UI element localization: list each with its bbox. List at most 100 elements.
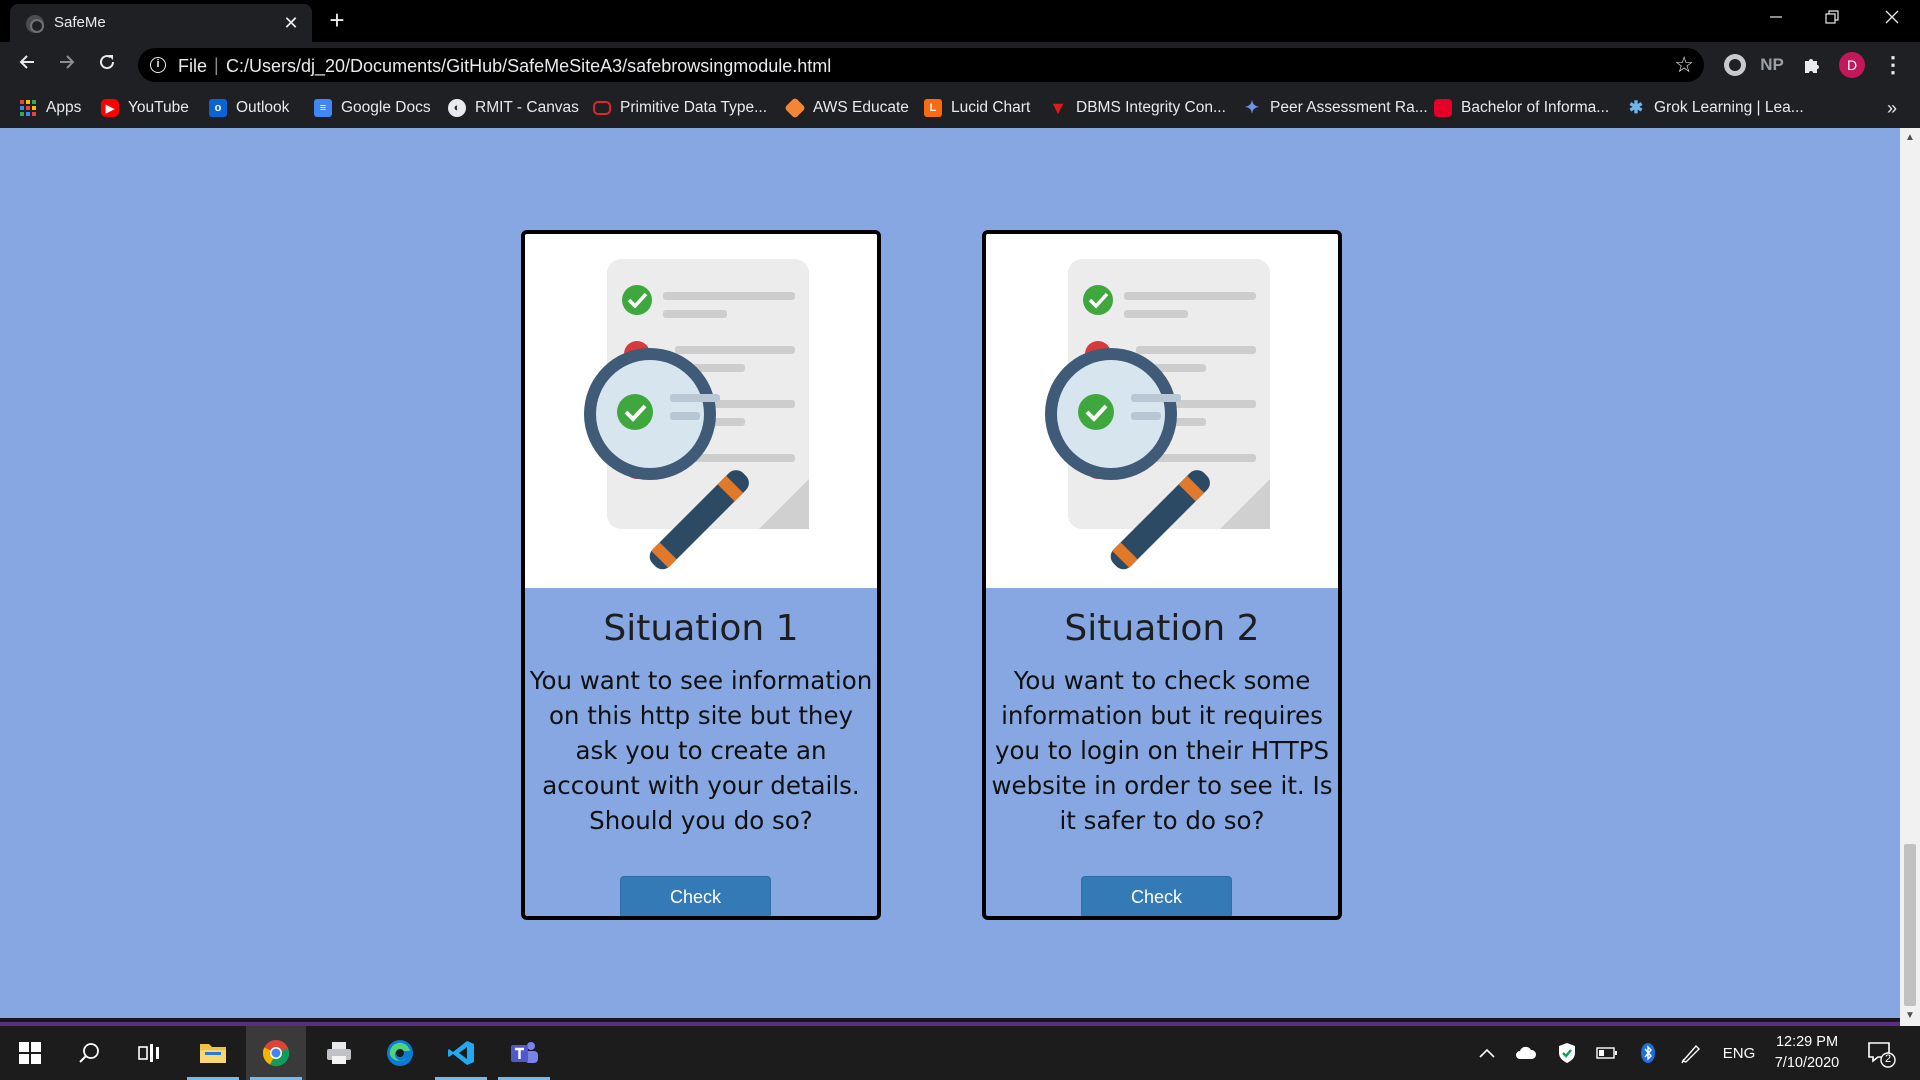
teams-button[interactable]	[494, 1026, 554, 1080]
bookmark-label: Primitive Data Type...	[620, 99, 768, 116]
bookmark-youtube[interactable]: ▶ YouTube	[101, 96, 189, 120]
url-text[interactable]: C:/Users/dj_20/Documents/GitHub/SafeMeSi…	[226, 56, 831, 77]
shield-icon	[1559, 1043, 1575, 1063]
show-hidden-icons-button[interactable]	[1475, 1026, 1499, 1080]
vertical-scrollbar[interactable]: ▲ ▼	[1900, 128, 1920, 1026]
edge-button[interactable]	[370, 1026, 430, 1080]
bookmark-label: Lucid Chart	[951, 99, 1031, 116]
url-scheme-label: File	[178, 56, 208, 76]
vscode-button[interactable]	[431, 1026, 491, 1080]
forward-button[interactable]	[52, 50, 82, 80]
globe-icon	[26, 15, 44, 33]
pen-icon	[1681, 1044, 1700, 1064]
document-magnifier-icon	[1045, 259, 1270, 570]
bookmarks-bar: Apps ▶ YouTube o Outlook ≡ Google Docs ◐…	[0, 88, 1920, 128]
bookmark-aws-educate[interactable]: AWS Educate	[784, 96, 909, 120]
back-button[interactable]	[12, 50, 42, 80]
start-button[interactable]	[0, 1026, 60, 1080]
forward-arrow-icon	[60, 55, 75, 69]
printer-icon	[327, 1042, 351, 1064]
info-icon[interactable]: i	[150, 57, 166, 73]
chrome-taskbar-button[interactable]	[246, 1026, 306, 1080]
battery-icon	[1596, 1047, 1617, 1059]
extensions-puzzle-icon[interactable]	[1798, 52, 1826, 78]
address-bar[interactable]: i File | C:/Users/dj_20/Documents/GitHub…	[138, 48, 1704, 82]
bookmark-label: Bachelor of Informa...	[1461, 99, 1610, 116]
reload-button[interactable]	[92, 50, 122, 80]
google-docs-icon: ≡	[314, 99, 332, 117]
tab-safeme[interactable]: SafeMe ✕	[10, 4, 312, 42]
situation-card-1: Situation 1 You want to see information …	[521, 230, 881, 920]
bookmark-peer-assessment[interactable]: ✦ Peer Assessment Ra...	[1243, 96, 1428, 120]
notification-center-button[interactable]: 2	[1866, 1038, 1896, 1068]
situation-card-2: Situation 2 You want to check some infor…	[982, 230, 1342, 920]
bookmark-apps[interactable]: Apps	[19, 96, 81, 120]
check-answer-button-1[interactable]: Check Answer!	[620, 876, 771, 916]
bookmark-star-icon[interactable]: ☆	[1674, 52, 1694, 78]
puzzle-icon	[1805, 59, 1819, 73]
tab-strip: SafeMe ✕ +	[0, 0, 1920, 42]
profile-avatar[interactable]: D	[1839, 52, 1865, 78]
battery-tray-icon[interactable]	[1595, 1026, 1619, 1080]
close-window-button[interactable]	[1864, 0, 1920, 38]
security-tray-icon[interactable]	[1555, 1026, 1579, 1080]
folder-icon	[200, 1044, 226, 1063]
new-tab-button[interactable]: +	[323, 6, 351, 34]
youtube-icon: ▶	[101, 99, 119, 117]
document-magnifier-illustration	[986, 234, 1338, 588]
bluetooth-tray-icon[interactable]	[1636, 1026, 1660, 1080]
scrollbar-thumb[interactable]	[1904, 844, 1916, 1006]
lucidchart-icon: L	[924, 99, 942, 117]
search-button[interactable]	[60, 1026, 120, 1080]
oracle-icon	[593, 101, 611, 115]
restore-button[interactable]	[1804, 0, 1860, 38]
minimize-icon	[1770, 16, 1782, 18]
printer-app-button[interactable]	[309, 1026, 369, 1080]
minimize-button[interactable]	[1748, 0, 1804, 38]
bookmark-primitive-data-type[interactable]: Primitive Data Type...	[593, 96, 767, 120]
system-clock[interactable]: 12:29 PM 7/10/2020	[1760, 1032, 1854, 1074]
chevron-up-icon	[1479, 1048, 1495, 1058]
clock-time: 12:29 PM	[1775, 1034, 1839, 1050]
pen-tray-icon[interactable]	[1679, 1026, 1703, 1080]
document-magnifier-icon	[584, 259, 809, 570]
card-question-text: You want to see information on this http…	[529, 666, 873, 835]
bookmark-outlook[interactable]: o Outlook	[209, 96, 289, 120]
file-explorer-button[interactable]	[183, 1026, 243, 1080]
browser-menu-icon[interactable]: ⋮	[1880, 52, 1906, 78]
windows-taskbar: ENG 12:29 PM 7/10/2020 2	[0, 1026, 1920, 1080]
dbms-icon: ▼	[1049, 97, 1067, 118]
aws-educate-icon	[784, 97, 806, 119]
vscode-icon	[448, 1041, 474, 1065]
card-title: Situation 1	[603, 608, 799, 649]
bookmark-bachelor-of-information[interactable]: Bachelor of Informa...	[1434, 96, 1609, 120]
bookmark-grok-learning[interactable]: ✱ Grok Learning | Lea...	[1627, 96, 1804, 120]
bookmark-dbms-integrity[interactable]: ▼ DBMS Integrity Con...	[1049, 96, 1226, 120]
back-arrow-icon	[19, 55, 34, 69]
check-answer-button-2[interactable]: Check Answer!	[1081, 876, 1232, 916]
language-indicator[interactable]: ENG	[1720, 1026, 1758, 1080]
scroll-down-arrow-icon[interactable]: ▼	[1900, 1008, 1920, 1024]
windows-logo-icon	[19, 1042, 41, 1064]
notification-count: 2	[1884, 1053, 1892, 1065]
close-tab-icon[interactable]: ✕	[280, 12, 302, 34]
onedrive-tray-icon[interactable]	[1514, 1026, 1538, 1080]
bookmark-label: Outlook	[236, 99, 290, 116]
clock-date: 7/10/2020	[1774, 1055, 1840, 1071]
record-extension-icon[interactable]	[1722, 52, 1748, 78]
restore-icon	[1825, 10, 1839, 24]
globe-icon: ◐	[448, 99, 466, 117]
chrome-icon	[262, 1040, 290, 1067]
np-extension-icon[interactable]: NP	[1758, 52, 1786, 78]
outlook-icon: o	[209, 99, 227, 117]
bookmarks-overflow-icon[interactable]: »	[1880, 96, 1904, 120]
bookmark-rmit-canvas[interactable]: ◐ RMIT - Canvas	[448, 96, 579, 120]
cloud-icon	[1516, 1046, 1537, 1059]
scroll-up-arrow-icon[interactable]: ▲	[1900, 130, 1920, 146]
bookmark-label: DBMS Integrity Con...	[1076, 99, 1226, 116]
bookmark-label: Google Docs	[341, 99, 431, 116]
bookmark-lucid-chart[interactable]: L Lucid Chart	[924, 96, 1030, 120]
task-view-button[interactable]	[120, 1026, 180, 1080]
bookmark-google-docs[interactable]: ≡ Google Docs	[314, 96, 431, 120]
browser-toolbar: i File | C:/Users/dj_20/Documents/GitHub…	[0, 42, 1920, 88]
